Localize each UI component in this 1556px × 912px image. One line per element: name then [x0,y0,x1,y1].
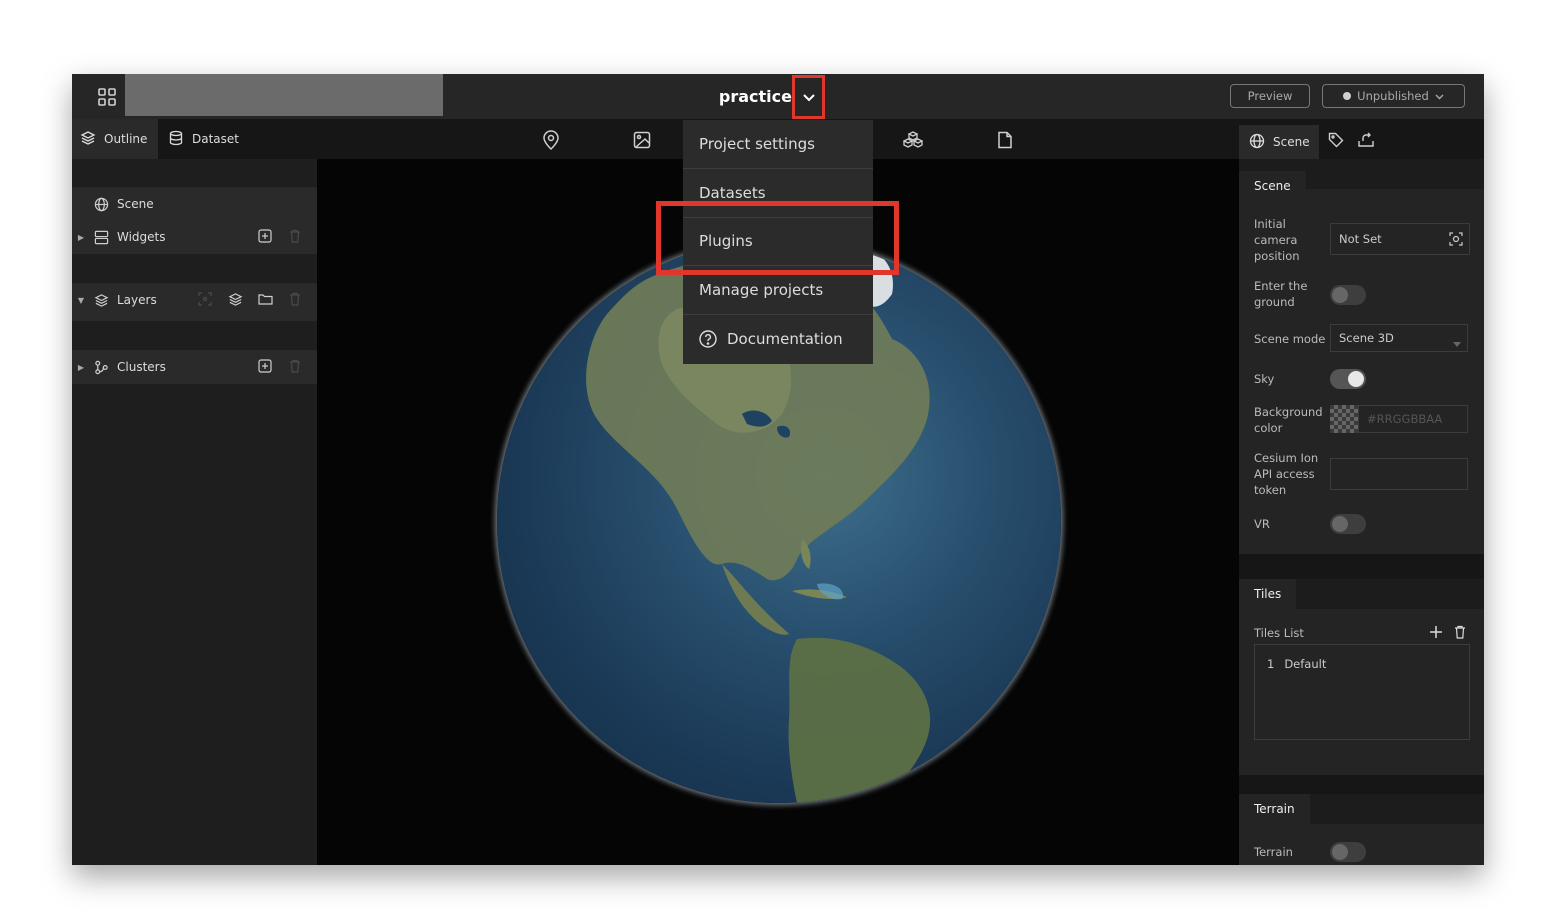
menu-item-label: Documentation [727,330,843,348]
tab-scene-label: Scene [1273,135,1310,149]
image-icon[interactable] [631,129,653,151]
background-color-input[interactable]: #RRGGBBAA [1358,405,1468,433]
caret-right-icon[interactable]: ▶ [74,363,88,372]
scene-mode-select[interactable]: Scene 3D [1330,324,1468,352]
trash-icon[interactable] [287,358,303,374]
section-title: Scene [1239,171,1306,201]
color-swatch[interactable] [1330,405,1358,433]
globe-icon [92,195,110,213]
tile-name[interactable]: Default [1284,657,1326,671]
menu-item-project-settings[interactable]: Project settings [683,120,873,168]
tree-item-label: Clusters [117,360,166,374]
layers-drop-area [72,317,317,321]
properties-panel: Scene Initial camera position Not Set En… [1239,159,1484,865]
chevron-down-icon [1453,336,1461,350]
top-bar: practice Preview Unpublished [72,74,1484,119]
file-icon[interactable] [994,129,1016,151]
preview-button[interactable]: Preview [1230,84,1310,108]
apps-grid-icon[interactable] [92,82,122,112]
cesium-token-input[interactable] [1330,458,1468,490]
trash-icon[interactable] [1454,624,1466,643]
layers-icon [92,291,110,309]
add-widget-icon[interactable] [257,228,273,244]
focus-layer-icon[interactable] [197,291,213,307]
add-cluster-icon[interactable] [257,358,273,374]
tree-item-clusters[interactable]: ▶ Clusters [72,350,317,384]
tiles-list: 1 Default [1254,644,1470,740]
tab-dataset[interactable]: Dataset [160,119,250,159]
tag-icon[interactable] [1325,129,1347,151]
caret-right-icon[interactable]: ▶ [74,233,88,242]
tile-index: 1 [1267,657,1275,671]
vr-label: VR [1254,517,1270,531]
tab-outline[interactable]: Outline [72,119,158,159]
redacted-area [125,74,443,116]
terrain-toggle[interactable] [1330,842,1366,862]
capture-camera-icon[interactable] [1449,232,1463,249]
add-tile-icon[interactable] [1429,624,1443,643]
trash-icon[interactable] [287,228,303,244]
plugins-highlight-box [656,201,899,275]
menu-item-documentation[interactable]: Documentation [683,315,873,363]
widgets-icon [92,228,110,246]
outline-panel: Scene ▶ Widgets ▼ Layers ▶ Clusters [72,159,317,865]
database-icon [168,130,184,149]
tree-item-layers[interactable]: ▼ Layers [72,283,317,317]
sky-toggle[interactable] [1330,369,1366,389]
terrain-section: Terrain Terrain [1239,794,1484,865]
caret-down-icon[interactable]: ▼ [74,296,88,305]
globe-icon [1249,133,1265,152]
scene-mode-label: Scene mode [1254,332,1326,346]
tiles-list-label: Tiles List [1254,626,1304,640]
layers-icon [80,130,96,149]
enter-ground-label: Enter the ground [1254,279,1308,309]
project-name: practice [718,87,792,106]
tree-item-label: Layers [117,293,157,307]
add-layer-icon[interactable] [227,291,243,307]
clusters-icon [92,358,110,376]
enter-ground-toggle[interactable] [1330,285,1366,305]
sky-label: Sky [1254,372,1275,386]
project-menu-toggle[interactable] [792,75,825,119]
vr-toggle[interactable] [1330,514,1366,534]
cube-cluster-icon[interactable] [902,129,924,151]
tab-scene[interactable]: Scene [1239,125,1319,159]
initial-camera-label: Initial camera position [1254,217,1300,263]
tab-dataset-label: Dataset [192,132,239,146]
publish-status-button[interactable]: Unpublished [1322,84,1465,108]
tree-item-label: Widgets [117,230,166,244]
scene-section: Scene Initial camera position Not Set En… [1239,159,1484,554]
map-pin-icon[interactable] [540,129,562,151]
terrain-label: Terrain [1254,845,1293,859]
tiles-section: Tiles Tiles List 1 Default [1239,579,1484,775]
section-title: Terrain [1239,794,1310,824]
background-color-placeholder: #RRGGBBAA [1367,412,1443,426]
section-title: Tiles [1239,579,1297,609]
chevron-down-icon [1435,89,1444,103]
initial-camera-value: Not Set [1339,232,1382,246]
share-icon[interactable] [1355,129,1377,151]
tab-outline-label: Outline [104,132,148,146]
add-folder-icon[interactable] [257,291,273,307]
chevron-down-icon [802,88,816,107]
initial-camera-field[interactable]: Not Set [1330,223,1470,255]
status-dot [1343,92,1352,100]
scene-mode-value: Scene 3D [1339,331,1394,345]
background-color-label: Background color [1254,405,1323,435]
trash-icon[interactable] [287,291,303,307]
tree-item-label: Scene [117,197,154,211]
tree-item-widgets[interactable]: ▶ Widgets [72,220,317,254]
cesium-token-label: Cesium Ion API access token [1254,451,1319,497]
help-circle-icon [699,330,717,348]
publish-status-label: Unpublished [1357,89,1429,103]
tree-item-scene[interactable]: Scene [72,187,317,221]
